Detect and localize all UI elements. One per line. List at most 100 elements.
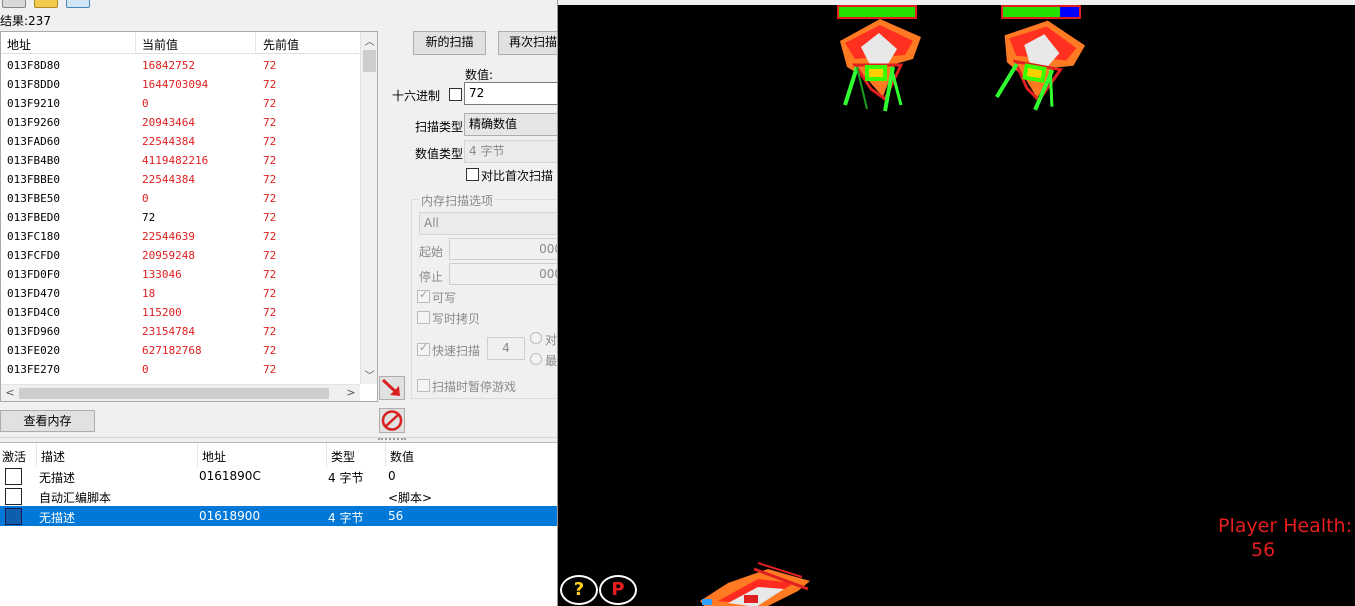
result-address[interactable]: 013FB4B0 xyxy=(7,154,60,167)
result-previous-value[interactable]: 72 xyxy=(263,363,276,376)
result-previous-value[interactable]: 72 xyxy=(263,344,276,357)
result-previous-value[interactable]: 72 xyxy=(263,192,276,205)
scroll-left-icon[interactable]: < xyxy=(2,386,18,401)
active-checkbox[interactable] xyxy=(5,508,22,525)
compare-first-scan-checkbox[interactable] xyxy=(466,168,479,181)
column-header-current-value[interactable]: 当前值 xyxy=(142,36,178,53)
column-header-description[interactable]: 描述 xyxy=(41,448,65,465)
row-type[interactable]: 4 字节 xyxy=(328,509,363,526)
result-current-value[interactable]: 1644703094 xyxy=(142,78,208,91)
open-process-icon[interactable] xyxy=(2,0,26,8)
active-checkbox[interactable] xyxy=(5,488,22,505)
result-previous-value[interactable]: 72 xyxy=(263,306,276,319)
scan-result-row[interactable]: 013FBED0 72 72 xyxy=(1,208,359,227)
result-previous-value[interactable]: 72 xyxy=(263,154,276,167)
value-type-select[interactable]: 4 字节 xyxy=(464,140,557,163)
horizontal-scrollbar[interactable]: < > xyxy=(1,384,360,401)
start-address-input[interactable]: 000 xyxy=(449,238,557,260)
result-current-value[interactable]: 115200 xyxy=(142,306,182,319)
address-list-row[interactable]: 无描述 0161890C 4 字节 0 xyxy=(0,466,557,486)
scan-result-row[interactable]: 013F9210 0 72 xyxy=(1,94,359,113)
fast-scan-alignment-input[interactable]: 4 xyxy=(487,337,525,360)
scan-result-row[interactable]: 013FB4B0 4119482216 72 xyxy=(1,151,359,170)
result-previous-value[interactable]: 72 xyxy=(263,211,276,224)
result-address[interactable]: 013FD470 xyxy=(7,287,60,300)
game-window[interactable]: Player Health: 56 ? P xyxy=(558,5,1355,606)
row-description[interactable]: 自动汇编脚本 xyxy=(39,489,111,506)
result-current-value[interactable]: 4119482216 xyxy=(142,154,208,167)
result-address[interactable]: 013FC180 xyxy=(7,230,60,243)
row-description[interactable]: 无描述 xyxy=(39,509,75,526)
stop-address-input[interactable]: 000 xyxy=(449,263,557,285)
result-address[interactable]: 013F9210 xyxy=(7,97,60,110)
open-file-icon[interactable] xyxy=(34,0,58,8)
row-type[interactable]: 4 字节 xyxy=(328,469,363,486)
column-header-address[interactable]: 地址 xyxy=(202,448,226,465)
result-current-value[interactable]: 22544639 xyxy=(142,230,195,243)
result-address[interactable]: 013FE020 xyxy=(7,344,60,357)
pause-while-scanning-checkbox[interactable] xyxy=(417,379,430,392)
result-current-value[interactable]: 18 xyxy=(142,287,155,300)
row-address[interactable]: 0161890C xyxy=(199,469,261,483)
scan-result-row[interactable]: 013FC180 22544639 72 xyxy=(1,227,359,246)
result-previous-value[interactable]: 72 xyxy=(263,287,276,300)
result-address[interactable]: 013F8DD0 xyxy=(7,78,60,91)
row-value[interactable]: <脚本> xyxy=(388,489,432,506)
result-previous-value[interactable]: 72 xyxy=(263,59,276,72)
value-input[interactable]: 72 xyxy=(464,82,557,105)
scrollbar-thumb[interactable] xyxy=(363,50,376,72)
column-header-active[interactable]: 激活 xyxy=(2,448,26,465)
row-description[interactable]: 无描述 xyxy=(39,469,75,486)
add-to-address-list-button[interactable] xyxy=(379,376,405,400)
copy-on-write-checkbox[interactable] xyxy=(417,311,430,324)
result-previous-value[interactable]: 72 xyxy=(263,78,276,91)
column-header-value[interactable]: 数值 xyxy=(390,448,414,465)
result-address[interactable]: 013FBED0 xyxy=(7,211,60,224)
row-value[interactable]: 0 xyxy=(388,469,396,483)
result-previous-value[interactable]: 72 xyxy=(263,135,276,148)
result-address[interactable]: 013F9260 xyxy=(7,116,60,129)
help-button[interactable]: ? xyxy=(560,575,598,605)
result-previous-value[interactable]: 72 xyxy=(263,116,276,129)
result-current-value[interactable]: 0 xyxy=(142,363,149,376)
result-current-value[interactable]: 0 xyxy=(142,97,149,110)
hscrollbar-thumb[interactable] xyxy=(19,388,329,399)
result-previous-value[interactable]: 72 xyxy=(263,325,276,338)
scan-result-row[interactable]: 013FD470 18 72 xyxy=(1,284,359,303)
scroll-right-icon[interactable]: > xyxy=(343,386,359,401)
scan-type-select[interactable]: 精确数值 xyxy=(464,113,557,136)
result-address[interactable]: 013F8D80 xyxy=(7,59,60,72)
scan-results-list[interactable]: 地址 当前值 先前值 013F8D80 16842752 72 013F8DD0 164… xyxy=(0,31,378,402)
column-header-type[interactable]: 类型 xyxy=(331,448,355,465)
stop-scan-button[interactable] xyxy=(379,408,405,433)
result-previous-value[interactable]: 72 xyxy=(263,97,276,110)
result-current-value[interactable]: 22544384 xyxy=(142,135,195,148)
result-address[interactable]: 013FE270 xyxy=(7,363,60,376)
result-previous-value[interactable]: 72 xyxy=(263,249,276,262)
result-current-value[interactable]: 22544384 xyxy=(142,173,195,186)
address-list[interactable]: 激活 描述 地址 类型 数值 无描述 0161890C 4 字节 0 自动汇编脚… xyxy=(0,442,557,606)
scan-result-row[interactable]: 013FBE50 0 72 xyxy=(1,189,359,208)
scan-result-row[interactable]: 013FE020 627182768 72 xyxy=(1,341,359,360)
save-icon[interactable] xyxy=(66,0,90,8)
next-scan-button[interactable]: 再次扫描 xyxy=(498,31,557,55)
last-digits-radio[interactable] xyxy=(530,353,542,365)
alignment-radio[interactable] xyxy=(530,332,542,344)
result-current-value[interactable]: 16842752 xyxy=(142,59,195,72)
result-current-value[interactable]: 627182768 xyxy=(142,344,202,357)
row-address[interactable]: 01618900 xyxy=(199,509,260,523)
address-list-row[interactable]: 自动汇编脚本 <脚本> xyxy=(0,486,557,506)
new-scan-button[interactable]: 新的扫描 xyxy=(413,31,486,55)
splitter-grip[interactable] xyxy=(378,438,406,441)
row-value[interactable]: 56 xyxy=(388,509,403,523)
result-current-value[interactable]: 23154784 xyxy=(142,325,195,338)
scan-result-row[interactable]: 013FE270 0 72 xyxy=(1,360,359,379)
fast-scan-checkbox[interactable] xyxy=(417,341,430,356)
result-address[interactable]: 013FCFD0 xyxy=(7,249,60,262)
scan-result-row[interactable]: 013F8DD0 1644703094 72 xyxy=(1,75,359,94)
result-address[interactable]: 013FBBE0 xyxy=(7,173,60,186)
scan-result-row[interactable]: 013FD4C0 115200 72 xyxy=(1,303,359,322)
scan-result-row[interactable]: 013FD960 23154784 72 xyxy=(1,322,359,341)
view-memory-button[interactable]: 查看内存 xyxy=(0,410,95,432)
result-address[interactable]: 013FD960 xyxy=(7,325,60,338)
